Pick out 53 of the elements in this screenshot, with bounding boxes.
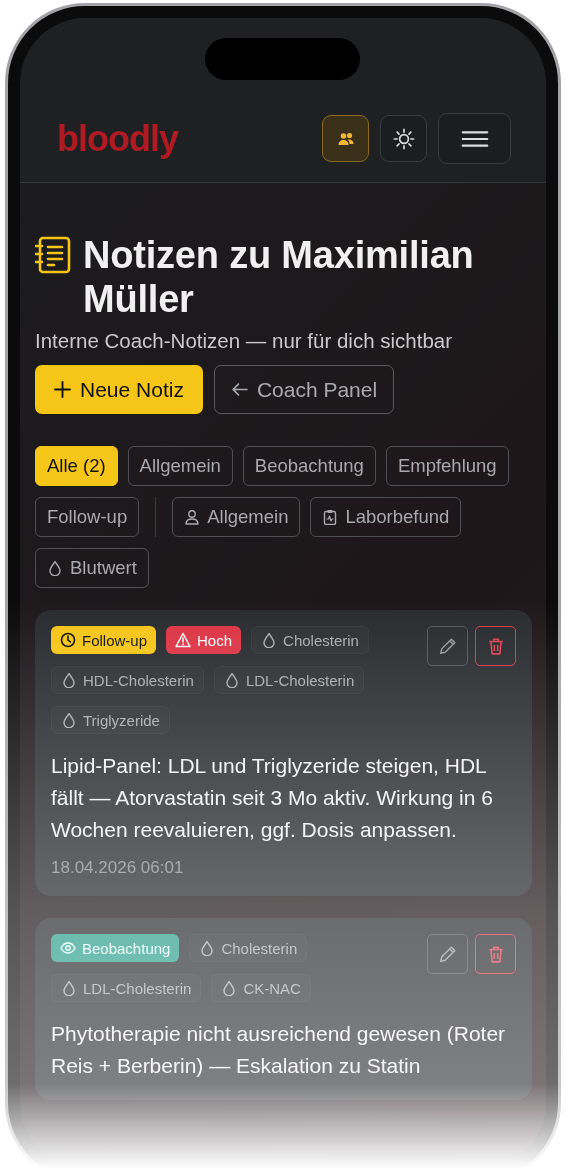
follow-up-tag: Follow-up: [51, 626, 157, 654]
trash-icon: [486, 637, 505, 655]
filter-chip[interactable]: Follow-up: [35, 497, 140, 537]
clipboard-pulse-icon: [322, 509, 339, 525]
edit-button[interactable]: [427, 626, 468, 666]
pencil-icon: [438, 945, 457, 963]
arrow-left-icon: [230, 381, 248, 398]
drop-icon: [223, 672, 240, 688]
clock-icon: [60, 632, 76, 648]
sun-icon: [392, 127, 415, 150]
marker-tag: CK-NAC: [211, 974, 311, 1002]
notepad-icon: [35, 236, 71, 274]
marker-tag: HDL-Cholesterin: [51, 666, 204, 694]
filter-chip[interactable]: Blutwert: [35, 548, 149, 588]
drop-icon: [61, 980, 77, 996]
drop-icon: [61, 712, 77, 728]
back-button[interactable]: Coach Panel: [213, 365, 395, 414]
edit-button[interactable]: [427, 934, 468, 974]
delete-button[interactable]: [475, 626, 516, 666]
filter-chip[interactable]: Alle (2): [35, 446, 118, 486]
drop-icon: [61, 672, 77, 688]
marker-tag: Cholesterin: [189, 934, 308, 962]
drop-icon: [47, 560, 63, 576]
page-title: Notizen zu Maximilian Müller: [83, 233, 475, 321]
drop-icon: [199, 940, 216, 956]
marker-tag: Triglyzeride: [51, 706, 170, 734]
filter-chip[interactable]: Empfehlung: [385, 446, 509, 486]
filter-chip[interactable]: Laborbefund: [310, 497, 462, 537]
marker-tag: Cholesterin: [251, 626, 369, 654]
drop-icon: [221, 980, 238, 996]
note-text: Phytotherapie nicht ausreichend gewesen (Roter Reis + Berberin) — Eskalation zu Statin: [51, 1021, 507, 1079]
priority-tag: Hoch: [166, 626, 242, 654]
trash-icon: [486, 945, 505, 963]
plus-icon: [54, 381, 71, 398]
note-date: 18.04.2026 06:01: [51, 858, 185, 878]
people-icon: [336, 130, 355, 147]
person-icon: [184, 509, 201, 525]
observation-tag: Beobachtung: [51, 934, 180, 962]
filter-chip[interactable]: Allgemein: [172, 497, 301, 537]
filter-chip[interactable]: Allgemein: [127, 446, 233, 486]
coach-button[interactable]: [322, 115, 369, 162]
drop-icon: [261, 632, 278, 648]
page-subtitle: Interne Coach-Notizen — nur für dich sichtbar: [35, 329, 454, 353]
new-note-button[interactable]: Neue Notiz: [35, 365, 203, 414]
marker-tag: LDL-Cholesterin: [213, 666, 365, 694]
marker-tag: LDL-Cholesterin: [51, 974, 202, 1002]
eye-icon: [60, 940, 76, 956]
theme-toggle[interactable]: [380, 115, 427, 162]
pencil-icon: [438, 637, 457, 655]
menu-button[interactable]: [438, 113, 511, 164]
warning-icon: [175, 632, 192, 648]
filter-chip[interactable]: Beobachtung: [242, 446, 376, 486]
note-text: Lipid-Panel: LDL und Triglyzeride steigen, HDL fällt — Atorvastatin seit 3 Mo aktiv. Wirkung in 6 Wochen reevaluieren, ggf. Dosis anpassen.: [51, 753, 494, 843]
